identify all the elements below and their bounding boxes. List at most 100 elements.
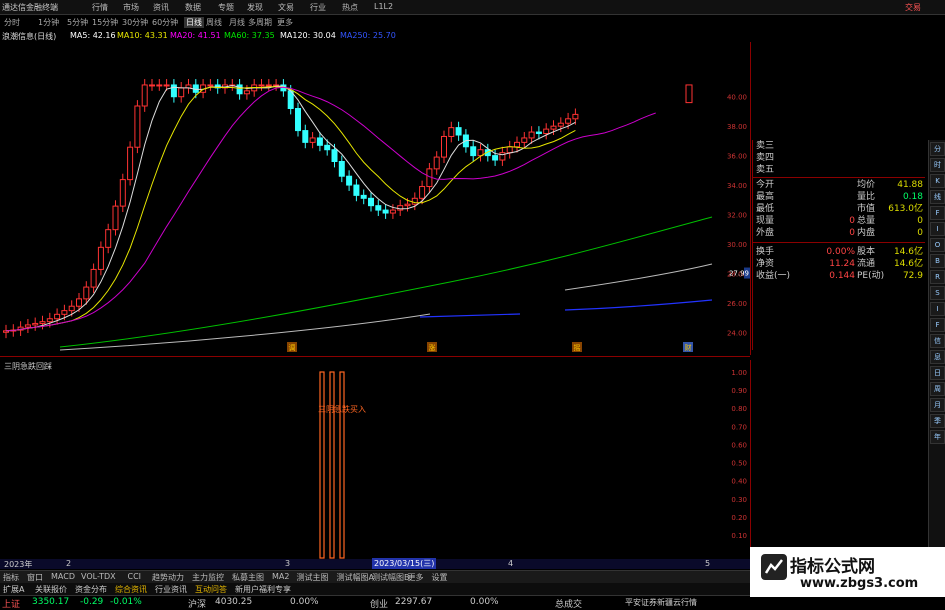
toolbar-button[interactable]: F bbox=[930, 318, 945, 332]
toolbar-button[interactable]: 日 bbox=[930, 366, 945, 380]
menu-item[interactable]: L1L2 bbox=[374, 2, 393, 11]
indicator-tab[interactable]: 更多 bbox=[408, 572, 424, 583]
menu-item[interactable]: 行情 bbox=[92, 2, 108, 13]
info-tab[interactable]: 关联报价 bbox=[35, 584, 67, 595]
period-tab[interactable]: 日线 bbox=[184, 17, 204, 28]
ma-label: MA20: 41.51 bbox=[170, 31, 221, 40]
toolbar-button[interactable]: B bbox=[930, 254, 945, 268]
toolbar-button[interactable]: I bbox=[930, 302, 945, 316]
info-tab[interactable]: 综合资讯 bbox=[115, 584, 147, 595]
quote-value: 0.144 bbox=[829, 271, 855, 281]
candle-body bbox=[506, 146, 513, 154]
quote-row: 最高 量比 0.18 bbox=[753, 191, 925, 203]
period-tab[interactable]: 分时 bbox=[4, 17, 20, 28]
period-tab[interactable]: 15分钟 bbox=[92, 17, 118, 28]
hs-index-value: 4030.25 bbox=[215, 597, 253, 607]
period-tab[interactable]: 月线 bbox=[229, 17, 245, 28]
candle-body bbox=[572, 113, 579, 120]
signal-bar bbox=[339, 371, 345, 559]
hs-index-label[interactable]: 沪深 bbox=[188, 597, 206, 610]
toolbar-button[interactable]: 线 bbox=[930, 190, 945, 204]
candle-body bbox=[550, 125, 557, 130]
sub-y-axis-label: 0.80 bbox=[731, 405, 747, 413]
indicator-tab[interactable]: CCI bbox=[128, 572, 142, 581]
candle-body bbox=[54, 313, 61, 320]
quote-value: 14.6亿 bbox=[893, 259, 923, 269]
indicator-tab[interactable]: 测试主图 bbox=[297, 572, 329, 583]
sub-y-axis-label: 0.50 bbox=[731, 460, 747, 468]
period-tab[interactable]: 5分钟 bbox=[67, 17, 88, 28]
indicator-tab[interactable]: MA2 bbox=[272, 572, 289, 581]
indicator-tab[interactable]: 设置 bbox=[432, 572, 448, 583]
info-tab[interactable]: 扩展A bbox=[3, 584, 24, 595]
period-tab[interactable]: 1分钟 bbox=[38, 17, 59, 28]
toolbar-button[interactable]: I bbox=[930, 222, 945, 236]
indicator-tab[interactable]: 测试幅图B bbox=[372, 572, 410, 583]
ask-label: 卖三 bbox=[756, 141, 775, 151]
quote-row: 今开 均价 41.88 bbox=[753, 179, 925, 191]
ma-label: MA60: 37.35 bbox=[224, 31, 275, 40]
candle-body bbox=[338, 161, 345, 177]
toolbar-button[interactable]: 周 bbox=[930, 382, 945, 396]
cy-index-label[interactable]: 创业 bbox=[370, 597, 388, 610]
period-tab[interactable]: 多周期 bbox=[248, 17, 272, 28]
indicator-tab[interactable]: 窗口 bbox=[27, 572, 43, 583]
menu-item[interactable]: 行业 bbox=[310, 2, 326, 13]
toolbar-button[interactable]: 年 bbox=[930, 430, 945, 444]
trade-menu[interactable]: 交易 bbox=[905, 2, 921, 13]
ask-row: 卖五 bbox=[753, 164, 925, 176]
info-tab[interactable]: 行业资讯 bbox=[155, 584, 187, 595]
toolbar-button[interactable]: S bbox=[930, 286, 945, 300]
indicator-tab[interactable]: 主力监控 bbox=[192, 572, 224, 583]
menu-item[interactable]: 资讯 bbox=[153, 2, 169, 13]
sub-y-axis-label: 0.90 bbox=[731, 387, 747, 395]
toolbar-button[interactable]: 信 bbox=[930, 334, 945, 348]
toolbar-button[interactable]: O bbox=[930, 238, 945, 252]
toolbar-button[interactable]: R bbox=[930, 270, 945, 284]
menu-item[interactable]: 文易 bbox=[278, 2, 294, 13]
event-marker-label: 摇 bbox=[574, 343, 581, 352]
toolbar-button[interactable]: 月 bbox=[930, 398, 945, 412]
candle-body bbox=[368, 197, 374, 207]
info-tab[interactable]: 新用户福利专享 bbox=[235, 584, 291, 595]
sh-index-value: 3350.17 bbox=[32, 597, 70, 607]
sh-index-pct: -0.01% bbox=[110, 597, 142, 607]
menu-item[interactable]: 数据 bbox=[185, 2, 201, 13]
menu-item[interactable]: 发现 bbox=[247, 2, 263, 13]
toolbar-button[interactable]: 时 bbox=[930, 158, 945, 172]
indicator-tab[interactable]: 指标 bbox=[3, 572, 19, 583]
candlestick-chart[interactable]: 40.0038.0036.0034.0032.0030.0028.0026.00… bbox=[0, 42, 751, 355]
y-axis-label: 32.00 bbox=[727, 212, 747, 220]
indicator-tab[interactable]: MACD bbox=[51, 572, 75, 581]
toolbar-button[interactable]: 分 bbox=[930, 142, 945, 156]
info-tab[interactable]: 资金分布 bbox=[75, 584, 107, 595]
candle-body bbox=[24, 324, 31, 328]
period-tab[interactable]: 周线 bbox=[206, 17, 222, 28]
indicator-tab[interactable]: VOL-TDX bbox=[81, 572, 116, 581]
indicator-tab[interactable]: 测试幅图A bbox=[337, 572, 374, 583]
indicator-tab[interactable]: 私募主图 bbox=[232, 572, 264, 583]
candle-body bbox=[68, 305, 75, 312]
menu-item[interactable]: 专题 bbox=[218, 2, 234, 13]
toolbar-button[interactable]: 息 bbox=[930, 350, 945, 364]
toolbar-button[interactable]: F bbox=[930, 206, 945, 220]
quote-value: 72.9 bbox=[902, 271, 923, 281]
quote-label: PE(动) bbox=[857, 271, 885, 281]
quote-divider bbox=[753, 242, 925, 243]
signal-text: 三阴急跌买入 bbox=[318, 404, 366, 414]
quote-label: 量比 bbox=[857, 192, 876, 202]
sub-indicator-chart[interactable]: 1.00 0.90 0.80 0.70 0.60 0.50 0.40 0.30 0.20 0.10… bbox=[0, 360, 751, 560]
toolbar-button[interactable]: 季 bbox=[930, 414, 945, 428]
ma-label: MA10: 43.31 bbox=[117, 31, 168, 40]
sh-index-label[interactable]: 上证 bbox=[2, 597, 20, 610]
period-tab[interactable]: 60分钟 bbox=[152, 17, 178, 28]
candle-body bbox=[39, 321, 46, 324]
toolbar-button[interactable]: K bbox=[930, 174, 945, 188]
info-tab[interactable]: 互动问答 bbox=[195, 584, 227, 595]
menu-item[interactable]: 热点 bbox=[342, 2, 358, 13]
indicator-tab[interactable]: 趋势动力 bbox=[152, 572, 184, 583]
period-tab[interactable]: 更多 bbox=[277, 17, 293, 28]
period-tab[interactable]: 30分钟 bbox=[122, 17, 148, 28]
menu-item[interactable]: 市场 bbox=[123, 2, 139, 13]
quote-label: 市值 bbox=[857, 204, 876, 214]
